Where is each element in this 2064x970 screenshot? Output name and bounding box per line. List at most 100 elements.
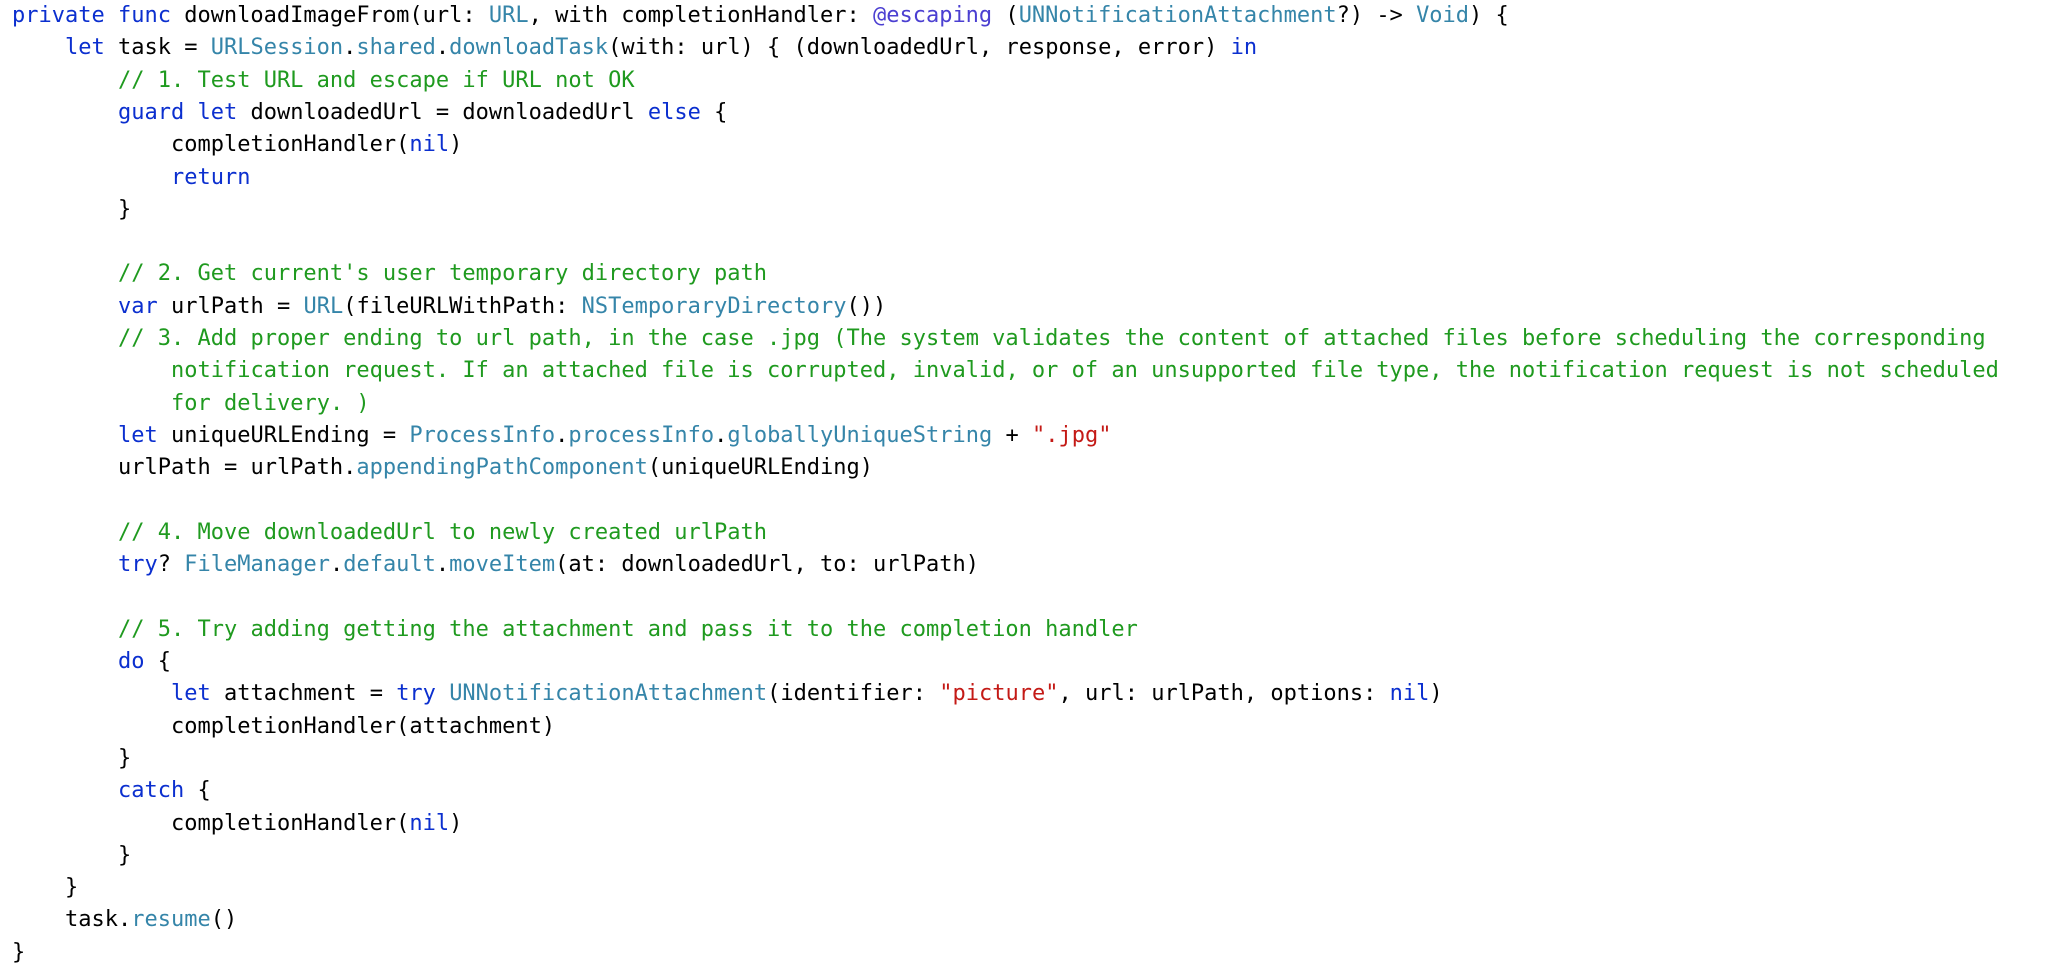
code-token-keyword: nil <box>409 132 450 158</box>
code-line: guard let downloadedUrl = downloadedUrl … <box>118 97 727 129</box>
code-line: // 3. Add proper ending to url path, in … <box>118 323 1986 355</box>
code-token-keyword: let <box>118 422 158 448</box>
code-editor[interactable]: private func downloadImageFrom(url: URL,… <box>0 0 2064 970</box>
code-token-plain: uniqueURLEnding = <box>157 422 410 448</box>
code-line: catch { <box>118 775 211 807</box>
code-line: } <box>12 937 25 969</box>
code-token-attr: @escaping <box>872 3 993 28</box>
code-line: let attachment = try UNNotificationAttac… <box>171 678 1443 710</box>
code-token-method: resume <box>131 907 211 933</box>
code-line: completionHandler(attachment) <box>171 711 555 743</box>
code-token-plain: completionHandler( <box>171 810 410 836</box>
code-token-plain: downloadedUrl = downloadedUrl <box>237 99 648 125</box>
code-token-keyword: private <box>12 3 105 28</box>
code-token-plain: ) <box>1429 681 1443 707</box>
code-line: let uniqueURLEnding = ProcessInfo.proces… <box>118 420 1111 452</box>
code-line: // 2. Get current's user temporary direc… <box>118 258 767 290</box>
code-token-type: URL <box>303 293 344 319</box>
code-token-plain: (at: downloadedUrl, to: urlPath) <box>555 552 979 578</box>
code-line: completionHandler(nil) <box>171 808 462 840</box>
code-line: } <box>118 194 131 226</box>
code-token-string: ".jpg" <box>1031 422 1112 448</box>
code-token-plain: ( <box>992 3 1019 28</box>
code-token-type: ProcessInfo <box>409 422 556 448</box>
code-token-keyword: func <box>117 3 171 28</box>
code-token-string: "picture" <box>939 681 1059 707</box>
code-token-keyword: nil <box>1389 681 1430 707</box>
code-line: } <box>65 872 78 904</box>
code-line: try? FileManager.default.moveItem(at: do… <box>118 549 979 581</box>
code-token-keyword: let <box>197 99 238 125</box>
code-token-plain: (with: url) { (downloadedUrl, response, … <box>608 35 1231 61</box>
code-line: urlPath = urlPath.appendingPathComponent… <box>118 452 873 484</box>
code-token-keyword: else <box>647 99 701 125</box>
code-token-method: shared <box>356 35 436 61</box>
code-token-plain: . <box>714 422 728 448</box>
code-line: var urlPath = URL(fileURLWithPath: NSTem… <box>118 291 886 323</box>
code-token-plain: . <box>435 35 450 61</box>
code-line: do { <box>118 646 171 678</box>
code-token-plain: () <box>210 907 238 933</box>
code-token-keyword: return <box>171 164 251 190</box>
code-token-plain: ) <box>449 810 463 836</box>
code-token-plain: urlPath = <box>157 293 304 319</box>
code-line: for delivery. ) <box>171 388 370 420</box>
code-token-comment: // 3. Add proper ending to url path, in … <box>118 326 1986 351</box>
code-token-plain: ()) <box>846 293 887 319</box>
code-token-plain: . <box>435 552 450 578</box>
code-token-method: NSTemporaryDirectory <box>581 293 847 319</box>
code-token-keyword: var <box>118 293 158 319</box>
code-line: return <box>171 162 250 194</box>
code-token-method: globallyUniqueString <box>727 422 993 448</box>
code-line: notification request. If an attached fil… <box>171 355 1999 387</box>
code-token-plain: task. <box>65 907 132 933</box>
code-token-plain: , url: urlPath, options: <box>1058 681 1390 707</box>
code-token-keyword: nil <box>409 810 450 836</box>
code-token-comment: // 4. Move downloadedUrl to newly create… <box>118 519 768 545</box>
code-token-method: appendingPathComponent <box>356 455 648 481</box>
code-token-plain: } <box>65 875 79 901</box>
code-line: private func downloadImageFrom(url: URL,… <box>12 0 1509 32</box>
code-token-plain: , with completionHandler: <box>528 3 873 28</box>
code-token-plain: completionHandler( <box>171 132 410 158</box>
code-token-plain: attachment = <box>210 681 397 707</box>
code-token-type: UNNotificationAttachment <box>449 681 768 707</box>
code-token-type: URLSession <box>210 35 344 61</box>
code-token-plain: (identifier: <box>767 681 940 707</box>
code-token-plain: urlPath = urlPath. <box>118 455 357 481</box>
code-token-comment: for delivery. ) <box>171 390 370 416</box>
code-token-keyword: try <box>396 681 436 707</box>
code-token-keyword: do <box>118 649 145 674</box>
code-token-plain: } <box>118 196 132 222</box>
code-token-comment: // 5. Try adding getting the attachment … <box>118 616 1138 642</box>
code-token-plain: (uniqueURLEnding) <box>647 455 873 481</box>
code-token-comment: notification request. If an attached fil… <box>171 358 1999 384</box>
code-token-plain: (fileURLWithPath: <box>343 293 582 319</box>
code-token-comment: // 1. Test URL and escape if URL not OK <box>118 67 635 93</box>
code-token-plain: task = <box>104 35 211 61</box>
code-token-plain: . <box>555 422 569 448</box>
code-token-type: UNNotificationAttachment <box>1018 3 1337 28</box>
code-token-plain: { <box>184 778 211 804</box>
code-token-method: moveItem <box>449 552 556 578</box>
code-token-plain: ) <box>449 132 463 158</box>
code-line: task.resume() <box>65 904 237 936</box>
code-token-keyword: try <box>118 552 158 578</box>
code-token-plain: } <box>12 939 26 965</box>
code-token-keyword: guard <box>118 99 185 125</box>
code-line: } <box>118 743 131 775</box>
code-token-plain: . <box>343 35 357 61</box>
code-token-plain: { <box>700 99 728 125</box>
code-token-method: processInfo <box>568 422 715 448</box>
code-token-type: Void <box>1416 3 1470 28</box>
code-token-plain: completionHandler(attachment) <box>171 713 556 739</box>
code-line: } <box>118 840 131 872</box>
code-token-plain: { <box>144 649 171 674</box>
code-token-method: default <box>343 552 436 578</box>
code-token-plain: ?) -> <box>1336 3 1417 28</box>
code-line: // 1. Test URL and escape if URL not OK <box>118 65 635 97</box>
code-token-plain: } <box>118 745 132 771</box>
